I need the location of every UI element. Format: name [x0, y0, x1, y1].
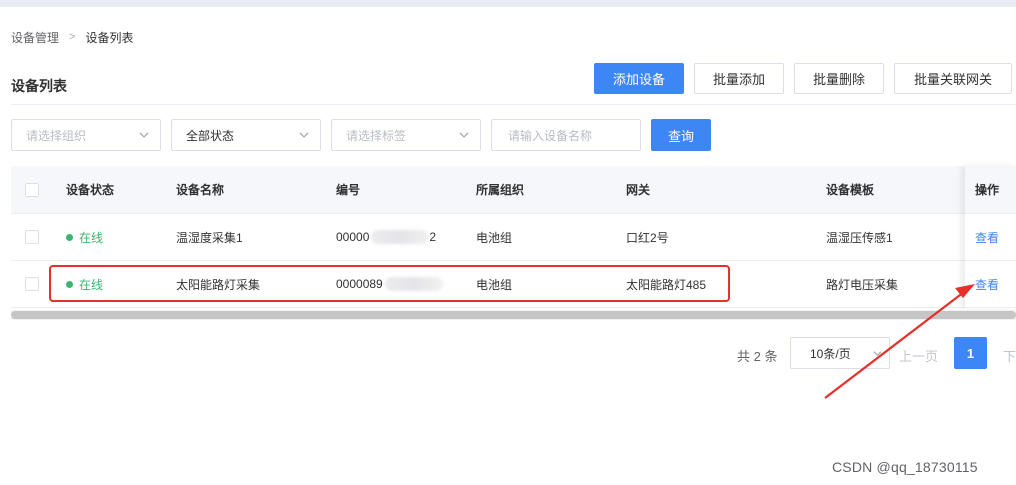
annotation-highlight-box: [49, 265, 730, 302]
top-bar: [0, 0, 1016, 7]
row-checkbox-cell: [25, 214, 39, 260]
header-status[interactable]: 设备状态: [66, 166, 114, 213]
header-divider: [11, 104, 1016, 105]
breadcrumb: 设备管理 > 设备列表: [11, 28, 133, 46]
template-cell: 路灯电压采集: [826, 277, 899, 292]
page-1-button[interactable]: 1: [954, 337, 987, 369]
row-checkbox[interactable]: [25, 230, 39, 244]
chevron-down-icon: [139, 132, 149, 138]
breadcrumb-device-list: 设备列表: [85, 30, 134, 45]
action-column: 操作 查看 查看: [965, 166, 1016, 309]
view-link[interactable]: 查看: [975, 229, 999, 246]
chevron-down-icon: [873, 351, 882, 357]
status-label: 在线: [79, 230, 104, 245]
redaction-blur: [371, 230, 430, 244]
breadcrumb-device-management[interactable]: 设备管理: [11, 29, 59, 46]
action-cell: 查看: [965, 261, 1016, 308]
select-all-cell: [25, 166, 39, 213]
batch-add-button[interactable]: 批量添加: [694, 63, 784, 94]
org-cell: 电池组: [476, 230, 513, 245]
org-select[interactable]: 请选择组织: [11, 119, 161, 151]
code-cell: 00000 2: [336, 214, 436, 260]
batch-delete-button[interactable]: 批量删除: [794, 63, 884, 94]
add-device-button[interactable]: 添加设备: [594, 63, 684, 94]
template-cell: 温湿压传感1: [826, 230, 893, 245]
page-title: 设备列表: [11, 78, 67, 94]
code-value: 00000: [336, 230, 370, 244]
horizontal-scrollbar[interactable]: [11, 310, 1016, 320]
select-all-checkbox[interactable]: [25, 182, 39, 197]
status-select-value: 全部状态: [186, 128, 235, 143]
tag-select[interactable]: 请选择标签: [331, 119, 481, 151]
row-checkbox-cell: [25, 261, 39, 307]
query-button[interactable]: 查询: [651, 119, 711, 151]
table-row: 在线 温湿度采集1 00000 2 电池组 口红2号 温湿压传感1: [11, 214, 1016, 261]
status-select[interactable]: 全部状态: [171, 119, 321, 151]
org-select-placeholder: 请选择组织: [26, 128, 87, 143]
chevron-down-icon: [299, 132, 309, 138]
chevron-down-icon: [459, 132, 469, 138]
chevron-right-icon: >: [69, 31, 76, 43]
device-name-input[interactable]: 请输入设备名称: [491, 119, 641, 151]
header-name[interactable]: 设备名称: [176, 166, 224, 213]
name-cell: 温湿度采集1: [176, 230, 243, 245]
row-checkbox[interactable]: [25, 277, 39, 291]
header-gateway[interactable]: 网关: [626, 166, 650, 213]
table-header: 设备状态 设备名称 编号 所属组织 网关 设备模板: [11, 166, 1016, 214]
status-dot-icon: [66, 233, 73, 241]
prev-page-button[interactable]: 上一页: [899, 346, 938, 365]
page-size-select[interactable]: 10条/页: [790, 337, 890, 369]
next-page-button[interactable]: 下: [1003, 346, 1016, 365]
pagination-total: 共 2 条: [737, 349, 778, 364]
device-name-placeholder: 请输入设备名称: [508, 128, 593, 143]
tag-select-placeholder: 请选择标签: [346, 128, 407, 143]
status-cell: 在线: [66, 214, 103, 260]
action-cell: 查看: [965, 214, 1016, 261]
batch-link-gateway-button[interactable]: 批量关联网关: [894, 63, 1012, 94]
header-template[interactable]: 设备模板: [826, 166, 874, 213]
header-org[interactable]: 所属组织: [476, 166, 524, 213]
header-action: 操作: [965, 166, 1016, 214]
view-link[interactable]: 查看: [975, 276, 999, 293]
scrollbar-thumb[interactable]: [11, 311, 1016, 319]
header-code[interactable]: 编号: [336, 166, 360, 213]
page-size-value: 10条/页: [810, 346, 851, 361]
code-tail: 2: [429, 230, 437, 244]
gateway-cell: 口红2号: [626, 230, 669, 245]
watermark: CSDN @qq_18730115: [832, 459, 978, 475]
